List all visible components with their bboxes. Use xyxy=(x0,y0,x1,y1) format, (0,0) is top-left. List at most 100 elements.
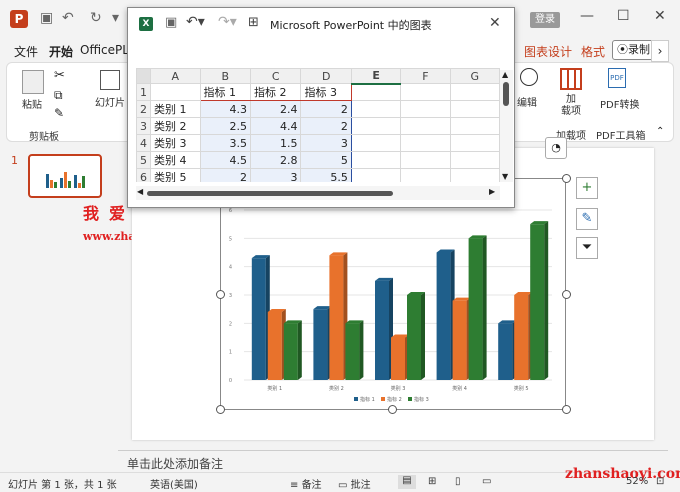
excel-undo-icon[interactable]: ↶▾ xyxy=(186,14,205,30)
cell[interactable]: 2.4 xyxy=(249,100,302,118)
excel-save-icon[interactable]: ▣ xyxy=(165,15,177,30)
row-header[interactable]: 5 xyxy=(136,151,151,169)
comments-button[interactable]: ▭ 批注 xyxy=(338,476,371,491)
cell[interactable]: 5.5 xyxy=(300,168,352,182)
cell[interactable] xyxy=(400,117,451,135)
cell[interactable]: 5 xyxy=(300,151,352,169)
row-header[interactable]: 1 xyxy=(136,83,151,101)
slideshow-icon[interactable]: ▭ xyxy=(482,476,491,487)
cell[interactable] xyxy=(449,151,500,169)
tab-file[interactable]: 文件 xyxy=(14,43,38,60)
format-painter-icon[interactable]: ✎ xyxy=(54,106,64,120)
cell[interactable]: 2 xyxy=(300,117,352,135)
cell[interactable]: 2.8 xyxy=(249,151,302,169)
find-icon[interactable] xyxy=(520,68,538,86)
cell[interactable] xyxy=(350,134,402,152)
zoom-level[interactable]: 52% xyxy=(626,476,648,487)
row-header[interactable]: 3 xyxy=(136,117,151,135)
maximize-icon[interactable]: ☐ xyxy=(617,8,630,24)
tab-format[interactable]: 格式 xyxy=(581,43,605,60)
chart-filter-icon[interactable]: ⏷ xyxy=(576,237,598,259)
cell[interactable]: 3.5 xyxy=(199,134,251,152)
record-button[interactable]: ⦿录制 xyxy=(612,40,656,60)
addins-icon[interactable] xyxy=(560,68,582,90)
vertical-scroll-thumb[interactable] xyxy=(503,82,509,106)
cell[interactable]: 4.4 xyxy=(249,117,302,135)
column-header[interactable]: G xyxy=(449,68,500,84)
fit-to-window-icon[interactable]: ⊡ xyxy=(656,476,664,487)
new-slide-icon[interactable] xyxy=(100,70,120,90)
cell[interactable] xyxy=(449,134,500,152)
select-all-corner[interactable] xyxy=(136,68,151,84)
cell[interactable] xyxy=(350,151,402,169)
cell[interactable]: 2 xyxy=(300,100,352,118)
cell[interactable] xyxy=(449,100,500,118)
edit-in-excel-icon[interactable]: ⊞ xyxy=(248,15,259,30)
cell[interactable] xyxy=(350,83,402,101)
cell[interactable] xyxy=(449,117,500,135)
cell[interactable]: 2 xyxy=(199,168,251,182)
column-header[interactable]: B xyxy=(199,68,251,84)
cell[interactable] xyxy=(350,117,402,135)
slide-sorter-icon[interactable]: ⊞ xyxy=(428,476,436,487)
slide-thumbnail[interactable] xyxy=(28,154,102,198)
scroll-right-icon[interactable]: ▶ xyxy=(489,187,495,196)
cell[interactable] xyxy=(350,100,402,118)
cell[interactable] xyxy=(449,168,500,182)
cell[interactable] xyxy=(400,83,451,101)
cell[interactable]: 类别 4 xyxy=(150,151,201,169)
cell[interactable] xyxy=(400,168,451,182)
undo-icon[interactable]: ↶ xyxy=(62,10,74,26)
cell[interactable] xyxy=(400,134,451,152)
cell[interactable]: 指标 2 xyxy=(249,83,302,101)
cell[interactable]: 类别 2 xyxy=(150,117,201,135)
cell[interactable] xyxy=(449,83,500,101)
column-header[interactable]: C xyxy=(249,68,302,84)
column-header[interactable]: A xyxy=(150,68,201,84)
row-header[interactable]: 2 xyxy=(136,100,151,118)
tab-chart-design[interactable]: 图表设计 xyxy=(524,43,572,60)
scroll-left-icon[interactable]: ◀ xyxy=(137,187,143,196)
cell[interactable]: 4.5 xyxy=(199,151,251,169)
minimize-icon[interactable]: — xyxy=(580,8,594,24)
tab-home[interactable]: 开始 xyxy=(49,43,74,64)
excel-close-icon[interactable]: ✕ xyxy=(489,15,501,31)
spreadsheet-grid[interactable]: A B C D E F G 1 指标 1 指标 2 指标 3 2 类别 1 4.… xyxy=(136,68,500,182)
column-header[interactable]: F xyxy=(400,68,451,84)
notes-button[interactable]: ≡ 备注 xyxy=(290,476,322,491)
column-header[interactable]: E xyxy=(350,68,402,85)
copy-icon[interactable]: ⧉ xyxy=(54,88,63,103)
cut-icon[interactable]: ✂ xyxy=(54,68,65,83)
cell[interactable]: 类别 3 xyxy=(150,134,201,152)
close-icon[interactable]: ✕ xyxy=(654,8,666,24)
spreadsheet-table[interactable]: A B C D E F G 1 指标 1 指标 2 指标 3 2 类别 1 4.… xyxy=(136,68,500,182)
pdf-icon[interactable]: PDF xyxy=(608,68,626,88)
cell[interactable] xyxy=(400,151,451,169)
cell[interactable]: 类别 5 xyxy=(150,168,201,182)
normal-view-icon[interactable]: ▤ xyxy=(398,475,416,489)
cell[interactable]: 2.5 xyxy=(199,117,251,135)
cell[interactable]: 3 xyxy=(300,134,352,152)
cell[interactable] xyxy=(150,83,201,101)
customize-icon[interactable]: ▾ xyxy=(112,10,119,26)
chart-styles-icon[interactable]: ✎ xyxy=(576,208,598,230)
cell[interactable] xyxy=(350,168,402,182)
cell[interactable]: 指标 3 xyxy=(300,83,352,101)
chart-elements-icon[interactable]: + xyxy=(576,177,598,199)
row-header[interactable]: 6 xyxy=(136,168,151,182)
column-header[interactable]: D xyxy=(300,68,352,84)
excel-redo-icon[interactable]: ↷▾ xyxy=(218,14,237,30)
login-button[interactable]: 登录 xyxy=(530,12,560,28)
redo-icon[interactable]: ↻ xyxy=(90,10,102,26)
notes-placeholder[interactable]: 单击此处添加备注 xyxy=(127,455,223,472)
save-icon[interactable]: ▣ xyxy=(40,10,53,26)
paste-icon[interactable] xyxy=(22,70,44,94)
collapse-ribbon-icon[interactable]: ⌃ xyxy=(656,126,664,137)
language-status[interactable]: 英语(美国) xyxy=(150,476,198,491)
cell[interactable]: 类别 1 xyxy=(150,100,201,118)
cell[interactable]: 1.5 xyxy=(249,134,302,152)
row-header[interactable]: 4 xyxy=(136,134,151,152)
cell[interactable] xyxy=(400,100,451,118)
scroll-up-icon[interactable]: ▲ xyxy=(502,70,508,79)
designer-icon[interactable]: ◔ xyxy=(545,137,567,159)
